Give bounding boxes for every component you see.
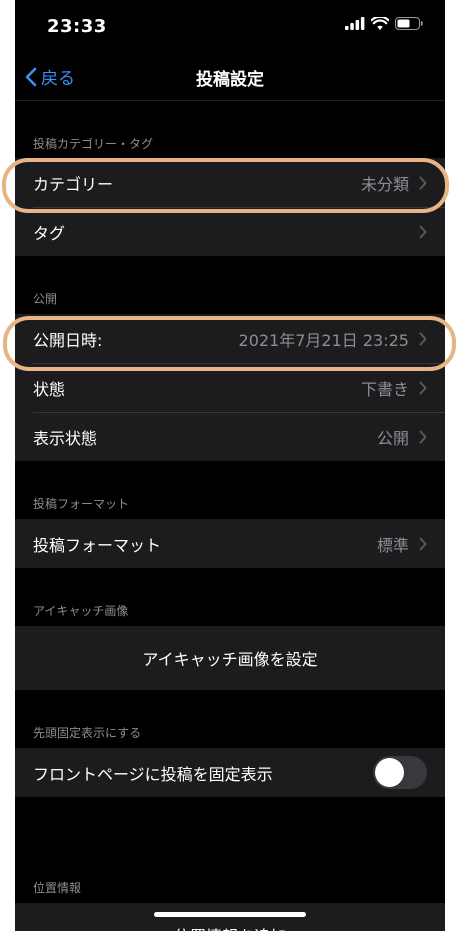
section-header-format: 投稿フォーマット [33,497,130,511]
row-publish-datetime-value: 2021年7月21日 23:25 [238,330,409,350]
status-icons [345,17,423,30]
set-featured-image-label: アイキャッチ画像を設定 [142,650,318,669]
section-header-category-tags: 投稿カテゴリー・タグ [33,137,154,151]
sticky-toggle[interactable] [373,756,427,789]
row-status-label: 状態 [33,379,66,399]
settings-list: 投稿カテゴリー・タグ カテゴリー 未分類 タグ 公開 公開日時: 2021年7月… [15,101,445,931]
row-category-label: カテゴリー [33,174,114,194]
row-format-value: 標準 [376,535,409,555]
row-status-value: 下書き [360,379,409,399]
section-header-location: 位置情報 [33,881,82,895]
row-sticky-label: フロントページに投稿を固定表示 [33,764,273,784]
set-featured-image-button[interactable]: アイキャッチ画像を設定 [15,626,445,690]
row-tags-label: タグ [33,223,66,243]
group-category-tags: カテゴリー 未分類 タグ [15,158,445,256]
battery-icon [395,17,423,30]
section-header-publish: 公開 [33,292,58,306]
chevron-right-icon [419,537,427,550]
section-header-featured-image: アイキャッチ画像 [33,604,129,618]
wifi-icon [371,17,389,30]
group-publish: 公開日時: 2021年7月21日 23:25 状態 下書き 表示状態 公開 [15,314,445,461]
row-publish-datetime[interactable]: 公開日時: 2021年7月21日 23:25 [15,314,445,363]
status-bar: 23:33 [15,0,445,52]
cellular-signal-icon [345,17,365,30]
row-category-value: 未分類 [360,174,409,194]
row-format[interactable]: 投稿フォーマット 標準 [15,519,445,568]
home-indicator [154,912,306,917]
group-sticky: フロントページに投稿を固定表示 [15,748,445,797]
status-time: 23:33 [47,16,107,37]
row-sticky: フロントページに投稿を固定表示 [15,748,445,797]
add-location-button[interactable]: 位置情報を追加 [15,903,445,931]
chevron-right-icon [419,381,427,394]
group-location: 位置情報を追加 [15,903,445,931]
row-tags[interactable]: タグ [15,207,445,256]
toggle-knob [375,758,404,787]
navigation-bar: 戻る 投稿設定 [15,52,445,101]
row-publish-datetime-label: 公開日時: [33,330,103,350]
group-featured-image: アイキャッチ画像を設定 [15,626,445,690]
group-format: 投稿フォーマット 標準 [15,519,445,568]
chevron-right-icon [419,430,427,443]
row-category[interactable]: カテゴリー 未分類 [15,158,445,207]
chevron-right-icon [419,176,427,189]
row-visibility-label: 表示状態 [33,428,98,448]
chevron-right-icon [419,332,427,345]
page-title: 投稿設定 [196,70,264,90]
phone-screen: 23:33 戻る 投稿設定 投稿カテゴリー・タグ カテゴリー 未分類 タグ 公開… [15,0,445,931]
row-visibility[interactable]: 表示状態 公開 [15,412,445,461]
chevron-right-icon [419,225,427,238]
section-header-sticky: 先頭固定表示にする [33,726,142,740]
row-status[interactable]: 状態 下書き [15,363,445,412]
row-visibility-value: 公開 [376,428,409,448]
add-location-label: 位置情報を追加 [174,923,286,931]
row-format-label: 投稿フォーマット [33,535,162,555]
